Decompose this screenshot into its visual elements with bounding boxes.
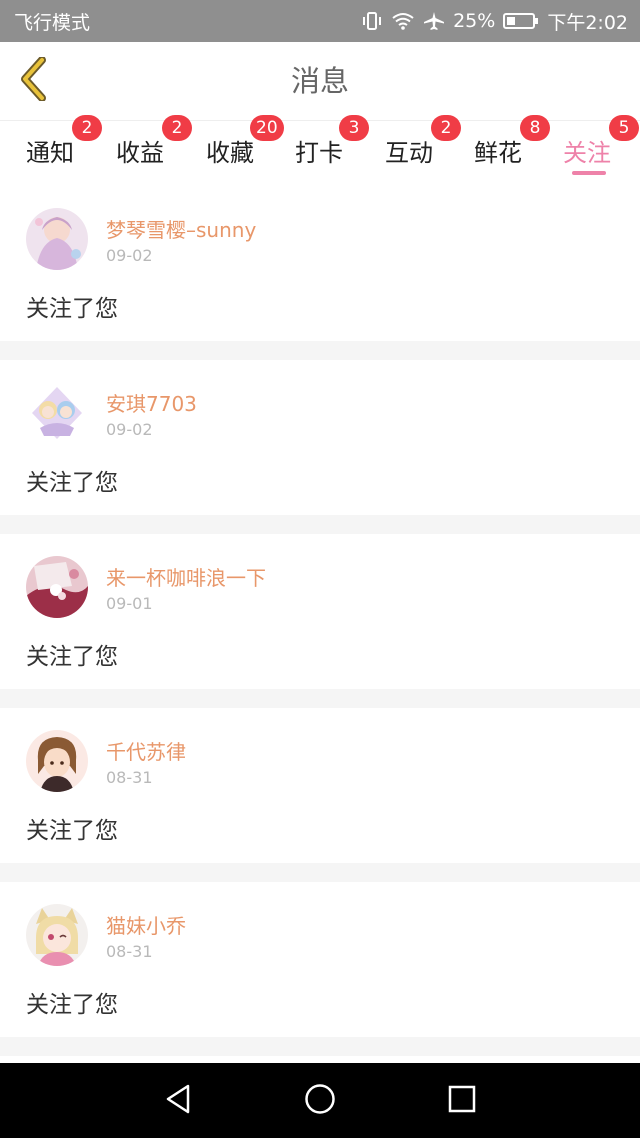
username[interactable]: 千代苏律 bbox=[106, 736, 186, 765]
battery-icon bbox=[503, 11, 539, 31]
back-triangle-icon bbox=[163, 1083, 193, 1119]
unread-badge: 20 bbox=[250, 115, 284, 141]
status-icons: 25% 下午2:02 bbox=[361, 8, 628, 35]
message-text: 关注了您 bbox=[26, 470, 118, 496]
wifi-icon bbox=[391, 11, 415, 31]
list-item[interactable]: 梦琴雪樱–sunny 09-02 关注了您 bbox=[0, 186, 640, 341]
tab-label: 通知 bbox=[26, 139, 74, 167]
message-date: 09-02 bbox=[106, 246, 153, 265]
avatar[interactable] bbox=[26, 556, 88, 618]
list-item[interactable]: 千代苏律 08-31 关注了您 bbox=[0, 708, 640, 863]
home-circle-icon bbox=[304, 1083, 336, 1119]
recents-square-icon bbox=[447, 1084, 477, 1118]
nav-home-button[interactable] bbox=[300, 1081, 340, 1121]
tab-bar: 通知 2 收益 2 收藏 20 打卡 3 互动 2 鲜花 8 关注 5 bbox=[0, 115, 640, 186]
message-date: 08-31 bbox=[106, 768, 153, 787]
message-text: 关注了您 bbox=[26, 818, 118, 844]
system-nav-bar bbox=[0, 1063, 640, 1138]
vibrate-icon bbox=[361, 11, 383, 31]
avatar[interactable] bbox=[26, 382, 88, 444]
message-date: 08-31 bbox=[106, 942, 153, 961]
unread-badge: 8 bbox=[520, 115, 550, 141]
tab-label: 收藏 bbox=[206, 139, 254, 167]
username[interactable]: 猫妹小乔 bbox=[106, 910, 186, 939]
avatar[interactable] bbox=[26, 730, 88, 792]
airplane-icon bbox=[423, 11, 445, 31]
tab-label: 打卡 bbox=[295, 139, 343, 167]
status-mode-text: 飞行模式 bbox=[14, 11, 91, 34]
list-item[interactable]: 猫妹小乔 08-31 关注了您 bbox=[0, 882, 640, 1037]
username[interactable]: 梦琴雪樱–sunny bbox=[106, 214, 256, 243]
nav-recents-button[interactable] bbox=[442, 1081, 482, 1121]
unread-badge: 2 bbox=[72, 115, 102, 141]
message-text: 关注了您 bbox=[26, 992, 118, 1018]
unread-badge: 3 bbox=[339, 115, 369, 141]
battery-percent: 25% bbox=[453, 10, 496, 32]
list-item[interactable]: 来一杯咖啡浪一下 09-01 关注了您 bbox=[0, 534, 640, 689]
message-date: 09-01 bbox=[106, 594, 153, 613]
avatar[interactable] bbox=[26, 208, 88, 270]
message-date: 09-02 bbox=[106, 420, 153, 439]
unread-badge: 2 bbox=[431, 115, 461, 141]
username[interactable]: 来一杯咖啡浪一下 bbox=[106, 562, 266, 591]
header: 消息 bbox=[0, 42, 640, 120]
active-tab-indicator bbox=[572, 171, 606, 175]
status-time: 下午2:02 bbox=[547, 11, 628, 34]
avatar[interactable] bbox=[26, 904, 88, 966]
tab-label: 收益 bbox=[116, 139, 164, 167]
unread-badge: 2 bbox=[162, 115, 192, 141]
username[interactable]: 安琪7703 bbox=[106, 388, 197, 417]
unread-badge: 5 bbox=[609, 115, 639, 141]
message-text: 关注了您 bbox=[26, 644, 118, 670]
message-text: 关注了您 bbox=[26, 296, 118, 322]
tab-label: 关注 bbox=[563, 139, 611, 167]
page-title: 消息 bbox=[290, 64, 349, 98]
tab-label: 鲜花 bbox=[474, 139, 522, 167]
tab-label: 互动 bbox=[385, 139, 433, 167]
list-item[interactable]: 安琪7703 09-02 关注了您 bbox=[0, 360, 640, 515]
status-bar: 飞行模式 25% 下午2:02 bbox=[0, 0, 640, 42]
nav-back-button[interactable] bbox=[158, 1081, 198, 1121]
